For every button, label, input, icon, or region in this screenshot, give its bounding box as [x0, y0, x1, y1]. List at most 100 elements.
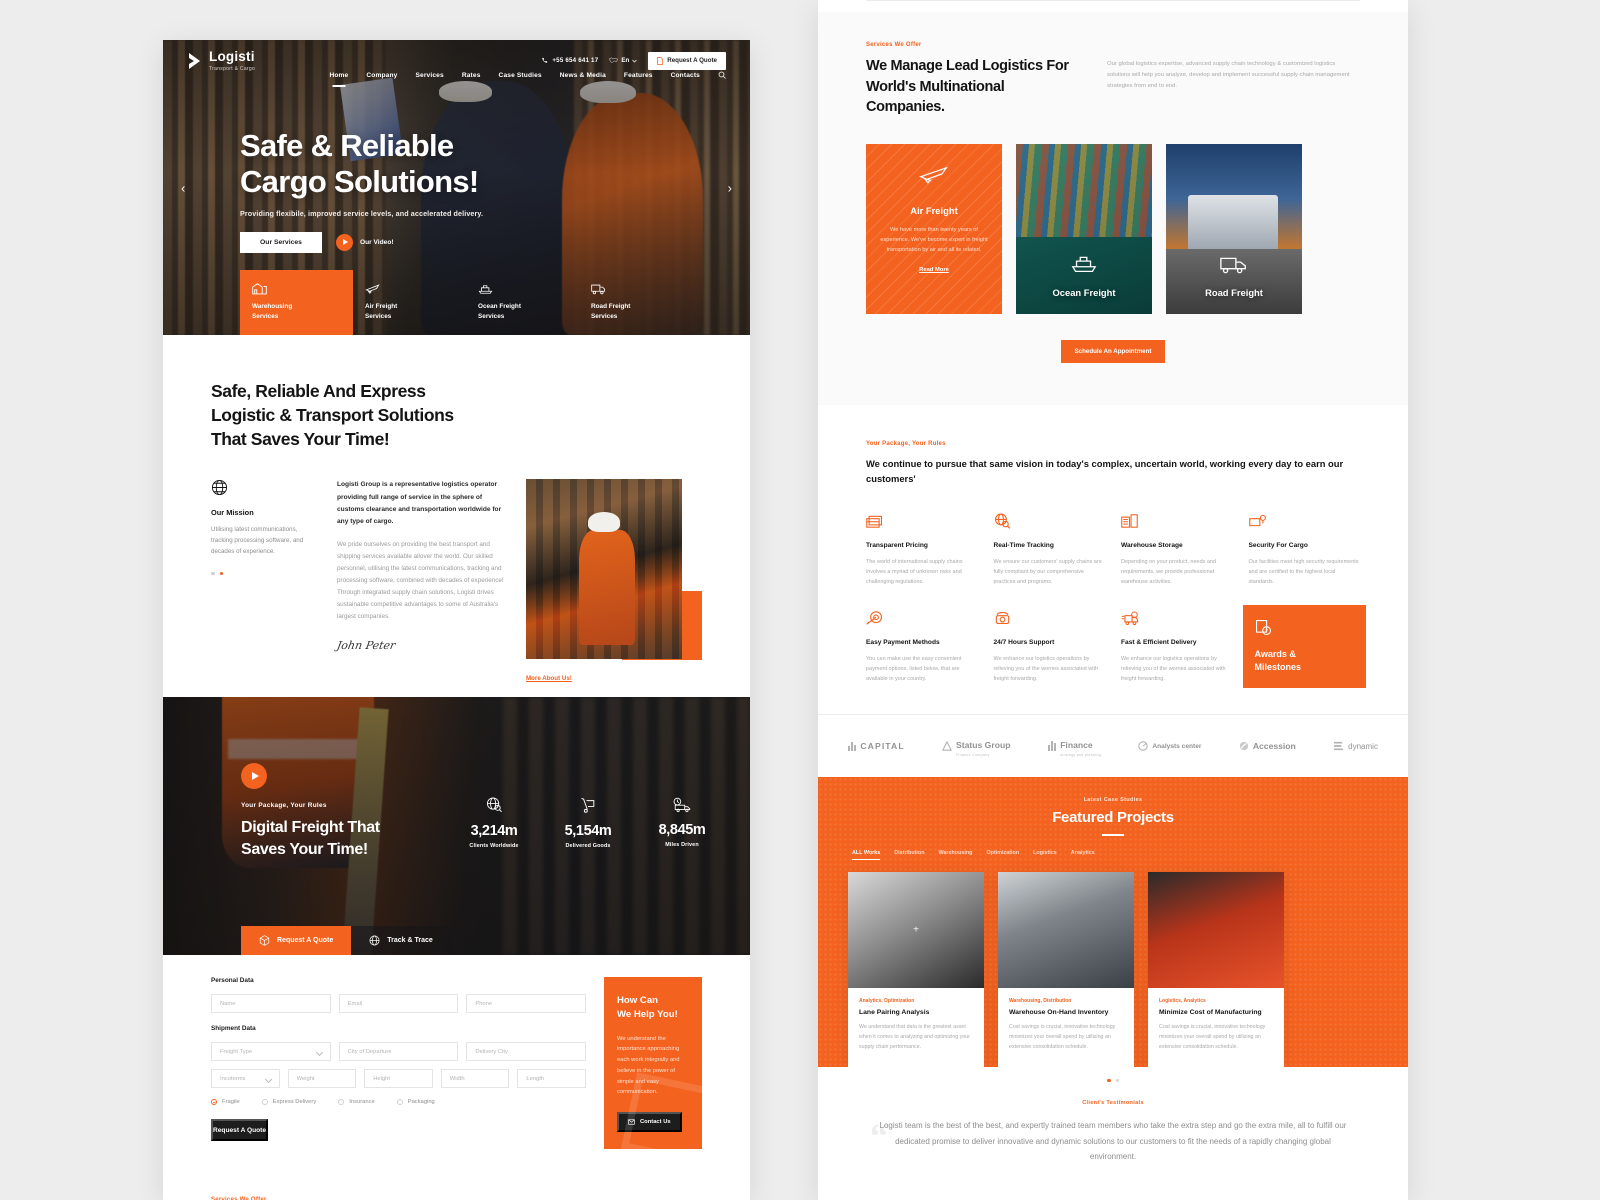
filter-logistics[interactable]: Logistics — [1033, 850, 1057, 860]
more-about-us-link[interactable]: More About Us! — [526, 675, 572, 682]
nav-item-services[interactable]: Services — [415, 72, 443, 79]
service-card-ocean-freight[interactable]: Ocean Freight — [1016, 143, 1152, 314]
about-carousel-dots[interactable] — [211, 571, 315, 576]
phone-input[interactable]: Phone — [466, 994, 587, 1014]
option-packaging[interactable]: Packaging — [396, 1099, 435, 1106]
client-subtitle: strategy and planning — [1060, 753, 1102, 758]
nav-item-company[interactable]: Company — [366, 72, 397, 79]
nav-item-news-media[interactable]: News & Media — [560, 72, 606, 79]
help-title-line2: We Help You! — [617, 1009, 678, 1021]
mission-block: Our Mission Utilising latest communicati… — [211, 479, 315, 659]
nav-item-case-studies[interactable]: Case Studies — [499, 72, 542, 79]
services-head: We Manage Lead Logistics For World's Mul… — [866, 48, 1360, 118]
schedule-appointment-button[interactable]: Schedule An Appointment — [1060, 339, 1166, 363]
city-of-departure-input[interactable]: City of Departure — [338, 1042, 459, 1062]
projects-carousel-dots[interactable] — [818, 1066, 1408, 1097]
service-read-more-link[interactable]: Read More — [919, 267, 949, 273]
project-card-minimize-cost[interactable]: Logistics, Analytics Minimize Cost of Ma… — [1148, 872, 1284, 1067]
tab-track-and-trace[interactable]: Track & Trace — [351, 926, 451, 956]
option-insurance[interactable]: Insurance — [338, 1099, 375, 1106]
services-section: Services We Offer We Manage Lead Logisti… — [818, 12, 1408, 405]
carousel-next-button[interactable]: › — [728, 180, 732, 195]
search-icon[interactable] — [718, 71, 726, 79]
hero-card-air-freight[interactable]: Air Freight Services — [353, 270, 466, 335]
incoterms-select[interactable]: Incoterms — [211, 1069, 280, 1089]
project-categories: Warehousing, Distribution — [1009, 998, 1072, 1005]
filter-warehousing[interactable]: Warehousing — [939, 850, 973, 860]
banner-copy: Your Package, Your Rules Digital Freight… — [241, 802, 380, 861]
delivery-city-input[interactable]: Delivery City — [466, 1042, 587, 1062]
carousel-prev-button[interactable]: ‹ — [181, 180, 185, 195]
length-input[interactable]: Length — [517, 1069, 586, 1089]
tab-request-a-quote[interactable]: Request A Quote — [241, 926, 352, 956]
right-top-strip — [818, 0, 1408, 12]
mockup-canvas: Logisti Transport & Cargo +55 654 641 17… — [0, 0, 1600, 1200]
quote-form-section: Personal Data Name Email Phone Shipment … — [163, 955, 750, 1179]
submit-quote-button[interactable]: Request A Quote — [211, 1119, 268, 1142]
option-fragile[interactable]: Fragile — [211, 1099, 240, 1106]
help-box: How Can We Help You! We understand the im… — [604, 977, 702, 1149]
project-card-warehouse-inventory[interactable]: Warehousing, Distribution Warehouse On-H… — [998, 872, 1134, 1067]
phone-link[interactable]: +55 654 641 17 — [541, 57, 598, 64]
banner-kicker: Your Package, Your Rules — [241, 802, 327, 810]
brand-logo[interactable]: Logisti Transport & Cargo — [187, 50, 255, 72]
client-logo-dynamic[interactable]: dynamic — [1333, 741, 1378, 751]
service-card-air-freight[interactable]: Air Freight We have more than twenty yea… — [866, 143, 1002, 314]
client-logo-capital[interactable]: CAPITAL — [848, 741, 905, 752]
our-video-button[interactable]: Our Video! — [335, 233, 394, 251]
filter-distribution[interactable]: Distribution — [894, 850, 924, 860]
ship-icon — [1071, 256, 1097, 272]
hero-section: Logisti Transport & Cargo +55 654 641 17… — [163, 40, 750, 335]
filter-all-works[interactable]: ALL Works — [852, 850, 881, 861]
project-card-lane-pairing[interactable]: + Analytics, Optimization Lane Pairing A… — [848, 872, 984, 1067]
filter-analytics[interactable]: Analytics — [1071, 850, 1095, 860]
width-input[interactable]: Width — [440, 1069, 510, 1089]
client-logo-finance[interactable]: Finance strategy and planning — [1047, 735, 1102, 758]
tab-label: Track & Trace — [387, 937, 433, 945]
our-services-button[interactable]: Our Services — [240, 231, 322, 253]
language-selector[interactable]: En — [609, 57, 638, 64]
card-icon — [866, 516, 882, 528]
banner-play-button[interactable] — [241, 763, 267, 790]
hero-title-line2: Cargo Solutions! — [240, 163, 479, 199]
client-logos: CAPITAL Status Group Finance Company Fina… — [818, 714, 1408, 778]
testimonials-kicker: Client's Testimonials — [1082, 1100, 1144, 1107]
client-logo-analysts-center[interactable]: Analysts center — [1138, 741, 1201, 751]
client-logo-status-group[interactable]: Status Group Finance Company — [942, 735, 1010, 757]
feature-security-for-cargo: Security For Cargo Our facilities meet h… — [1249, 512, 1361, 587]
stats-group: 3,214m Clients Worldwide 5,154m Delivere… — [464, 797, 712, 849]
globe-search-icon — [486, 797, 502, 813]
hero-copy: Safe & Reliable Cargo Solutions! Providi… — [240, 128, 570, 253]
hero-card-subtitle: Services — [478, 312, 505, 320]
client-logo-accession[interactable]: Accession — [1239, 741, 1296, 751]
hero-card-warehousing[interactable]: Warehousing Services — [240, 270, 353, 335]
email-input[interactable]: Email — [338, 994, 459, 1014]
service-card-title: Ocean Freight — [1052, 286, 1116, 298]
service-card-road-freight[interactable]: Road Freight — [1166, 143, 1302, 314]
name-input[interactable]: Name — [211, 994, 331, 1014]
feature-fast-delivery: Fast & Efficient Delivery We enhance our… — [1121, 609, 1233, 684]
request-quote-button[interactable]: Request A Quote — [648, 51, 726, 70]
nav-item-home[interactable]: Home — [329, 72, 348, 79]
nav-item-rates[interactable]: Rates — [462, 72, 481, 79]
nav-item-features[interactable]: Features — [624, 72, 653, 79]
feature-title: Easy Payment Methods — [866, 639, 940, 647]
hero-title-line1: Safe & Reliable — [240, 128, 454, 163]
option-express-delivery[interactable]: Express Delivery — [261, 1099, 316, 1106]
phone-icon — [542, 58, 548, 63]
feature-text: We enhance our logistics operations by r… — [1121, 656, 1226, 683]
nav-item-contacts[interactable]: Contacts — [671, 72, 700, 79]
client-name: Status Group — [956, 740, 1011, 751]
awards-card[interactable]: Awards & Milestones — [1242, 605, 1366, 689]
hero-helmet-right — [579, 81, 636, 104]
hero-card-road-freight[interactable]: Road Freight Services — [579, 270, 692, 335]
feature-title: 24/7 Hours Support — [993, 639, 1055, 647]
truck-icon — [591, 285, 606, 295]
height-input[interactable]: Height — [364, 1069, 433, 1089]
stat-miles-driven: 8,845m Miles Driven — [652, 797, 712, 849]
weight-input[interactable]: Weight — [287, 1069, 357, 1089]
hero-card-ocean-freight[interactable]: Ocean Freight Services — [466, 270, 579, 335]
filter-optimization[interactable]: Optimization — [986, 850, 1019, 860]
banner-title-line1: Digital Freight That — [241, 819, 380, 837]
freight-type-select[interactable]: Freight Type — [211, 1042, 331, 1062]
